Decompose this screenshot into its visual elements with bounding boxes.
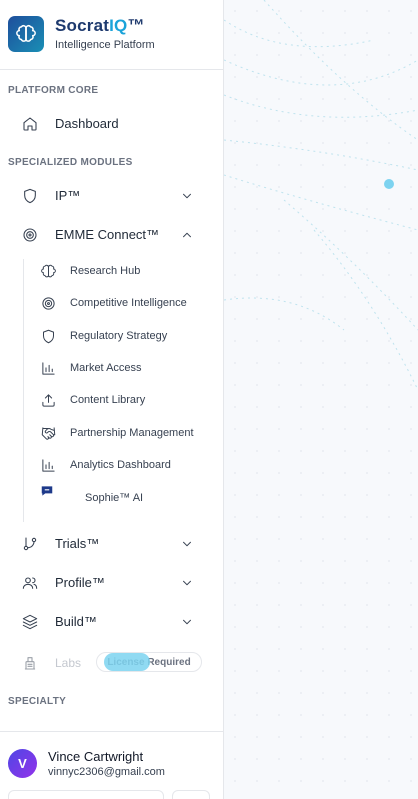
submenu-guide-line (23, 259, 24, 522)
network-node-dot (384, 179, 394, 189)
section-specialty: SPECIALTY (8, 696, 67, 707)
chat-icon (41, 486, 53, 496)
nav-emme-label: EMME Connect™ (55, 227, 160, 242)
background-network-pattern (224, 0, 418, 799)
user-menu-button[interactable] (172, 790, 210, 799)
brain-icon (41, 264, 56, 278)
nav-labs-label: Labs (55, 656, 82, 670)
nav-labs[interactable]: Labs License Required (8, 648, 216, 678)
handshake-icon (41, 427, 56, 440)
users-icon (22, 577, 38, 589)
sidebar: SocratIQ™ Intelligence Platform PLATFORM… (0, 0, 224, 799)
sub-item-label: Research Hub (70, 265, 141, 277)
nav-dashboard-label: Dashboard (55, 116, 119, 131)
nav-dashboard[interactable]: Dashboard (8, 107, 216, 141)
chevron-down-icon[interactable] (180, 537, 194, 551)
bar-chart-icon (42, 459, 55, 472)
nav-emme-connect[interactable]: EMME Connect™ (8, 218, 216, 252)
brand-name: SocratIQ™ (55, 16, 145, 36)
labs-highlight-pill (104, 653, 150, 671)
brain-logo-icon (8, 16, 44, 52)
sub-item-research-hub[interactable]: Research Hub (34, 259, 214, 285)
sub-item-label: Regulatory Strategy (70, 330, 168, 342)
brand-name-suffix: ™ (127, 16, 145, 35)
user-action-button[interactable] (8, 790, 164, 799)
home-icon (23, 117, 37, 131)
sub-item-content-library[interactable]: Content Library (34, 388, 214, 414)
sub-item-sophie-ai[interactable]: Sophie™ AI (34, 486, 214, 512)
layers-icon (22, 614, 38, 630)
sub-item-partnership-management[interactable]: Partnership Management (34, 421, 214, 447)
sub-item-label: Partnership Management (70, 427, 194, 439)
brand-header[interactable]: SocratIQ™ Intelligence Platform (8, 16, 218, 54)
section-specialized-modules: SPECIALIZED MODULES (8, 157, 133, 168)
nav-build-label: Build™ (55, 614, 97, 629)
upload-icon (42, 394, 55, 407)
chevron-down-icon[interactable] (180, 189, 194, 203)
sub-item-label: Competitive Intelligence (70, 297, 187, 309)
shield-icon (24, 188, 36, 204)
brand-name-accent: IQ (109, 16, 128, 35)
target-icon (23, 228, 37, 242)
header-divider (0, 69, 223, 70)
flask-icon (24, 657, 36, 670)
avatar: V (8, 749, 37, 778)
sub-item-label: Content Library (70, 394, 146, 406)
main-content-area (224, 0, 418, 799)
sub-item-analytics-dashboard[interactable]: Analytics Dashboard (34, 453, 214, 479)
nav-profile-label: Profile™ (55, 575, 105, 590)
chevron-down-icon[interactable] (180, 576, 194, 590)
nav-trials-label: Trials™ (55, 536, 100, 551)
nav-trials[interactable]: Trials™ (8, 527, 216, 561)
nav-ip[interactable]: IP™ (8, 179, 216, 213)
brand-name-prefix: Socrat (55, 16, 110, 35)
sub-item-competitive-intelligence[interactable]: Competitive Intelligence (34, 291, 214, 317)
git-branch-icon (23, 537, 37, 551)
brand-subtitle: Intelligence Platform (55, 39, 155, 51)
sub-item-label: Analytics Dashboard (70, 459, 171, 471)
shield-icon (43, 329, 54, 344)
section-platform-core: PLATFORM CORE (8, 85, 99, 96)
user-name: Vince Cartwright (48, 749, 144, 764)
nav-ip-label: IP™ (55, 188, 81, 203)
user-card[interactable]: V Vince Cartwright vinnyc2306@gmail.com (0, 731, 223, 799)
nav-build[interactable]: Build™ (8, 605, 216, 639)
bar-chart-icon (42, 362, 55, 375)
user-email: vinnyc2306@gmail.com (48, 766, 165, 778)
sub-item-regulatory-strategy[interactable]: Regulatory Strategy (34, 324, 214, 350)
sub-item-market-access[interactable]: Market Access (34, 356, 214, 382)
chevron-up-icon[interactable] (180, 228, 194, 242)
sub-item-label: Market Access (70, 362, 142, 374)
nav-profile[interactable]: Profile™ (8, 566, 216, 600)
sub-item-label: Sophie™ AI (85, 492, 144, 504)
chevron-down-icon[interactable] (180, 615, 194, 629)
target-icon (42, 297, 55, 310)
